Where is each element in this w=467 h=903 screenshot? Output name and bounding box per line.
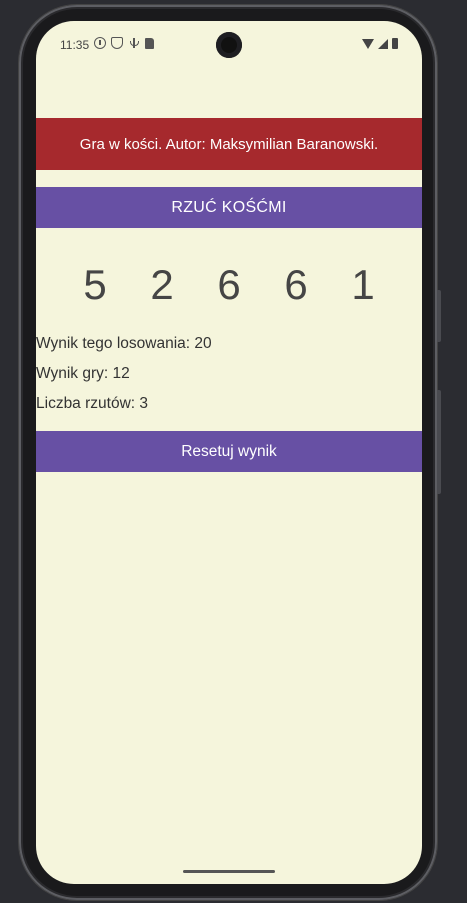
roll-dice-button[interactable]: RZUĆ KOŚĆMI [36, 187, 422, 228]
die-value: 6 [284, 261, 308, 308]
roll-count-text: Liczba rzutów: 3 [36, 395, 148, 412]
status-bar: 11:35 [36, 21, 422, 67]
usb-icon [128, 37, 140, 49]
battery-icon [392, 38, 398, 49]
cell-signal-icon [378, 39, 388, 49]
stats-panel: Wynik tego losowania: 20 Wynik gry: 12 L… [36, 334, 422, 424]
app-header: Gra w kości. Autor: Maksymilian Baranows… [36, 118, 422, 170]
status-icons-right [362, 38, 398, 49]
shield-icon [111, 37, 123, 49]
navigation-handle[interactable] [183, 870, 275, 873]
info-icon [94, 37, 106, 49]
status-icons-left [94, 37, 154, 49]
die-value: 1 [351, 261, 375, 308]
die-value: 5 [83, 261, 107, 308]
wifi-icon [362, 39, 374, 49]
sd-card-icon [145, 38, 154, 49]
power-button[interactable] [437, 390, 441, 494]
phone-screen: 11:35 Gra w kości. Autor: Maksymilian Ba… [36, 21, 422, 884]
die-value: 6 [217, 261, 241, 308]
die-value: 2 [150, 261, 174, 308]
roll-score-text: Wynik tego losowania: 20 [36, 335, 212, 352]
status-time: 11:35 [60, 38, 90, 52]
front-camera [216, 32, 242, 58]
reset-score-button[interactable]: Resetuj wynik [36, 431, 422, 472]
game-score-text: Wynik gry: 12 [36, 365, 130, 382]
volume-button[interactable] [437, 290, 441, 342]
app-header-text: Gra w kości. Autor: Maksymilian Baranows… [79, 135, 379, 153]
dice-row: 5 2 6 6 1 [36, 261, 422, 311]
